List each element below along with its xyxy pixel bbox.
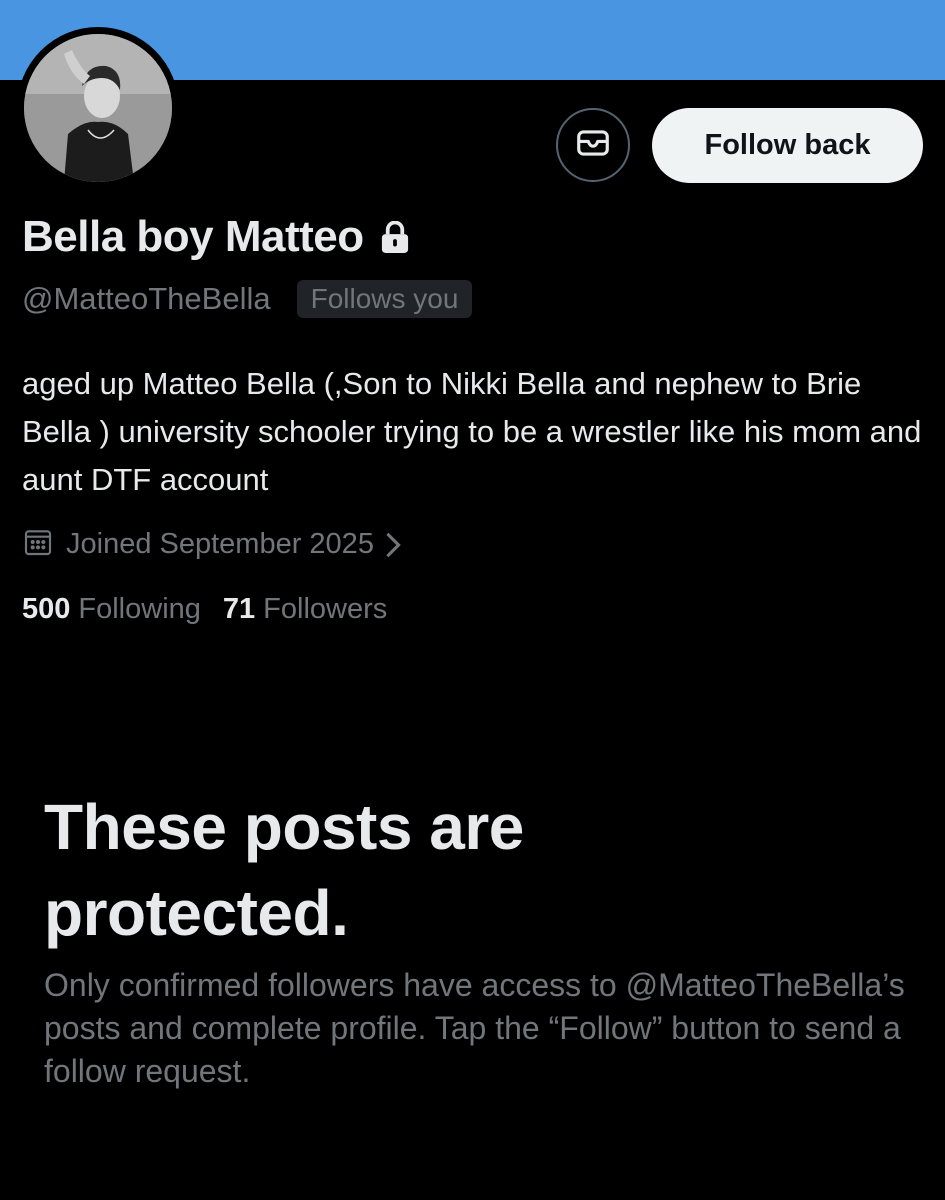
display-name: Bella boy Matteo xyxy=(22,212,364,261)
joined-date-row[interactable]: Joined September 2025 xyxy=(22,526,402,563)
avatar[interactable] xyxy=(24,34,172,182)
profile-name-row: Bella boy Matteo xyxy=(22,212,410,262)
chevron-right-icon xyxy=(384,531,402,559)
calendar-icon xyxy=(22,526,54,563)
follow-stats: 500 Following 71 Followers xyxy=(22,593,387,626)
joined-date: Joined September 2025 xyxy=(66,528,374,560)
following-count: 500 xyxy=(22,593,71,625)
follows-you-badge: Follows you xyxy=(296,280,473,318)
profile-handle: @MatteoTheBella xyxy=(22,281,271,316)
profile-bio: aged up Matteo Bella (,Son to Nikki Bell… xyxy=(22,366,922,497)
followers-label: Followers xyxy=(263,593,388,625)
following-link[interactable]: 500 Following xyxy=(22,593,201,626)
followers-count: 71 xyxy=(222,593,256,625)
followers-link[interactable]: 71 Followers xyxy=(223,593,387,626)
handle-row: @MatteoTheBella Follows you xyxy=(22,280,473,318)
message-icon xyxy=(574,124,612,167)
following-label: Following xyxy=(78,593,201,625)
follow-back-button[interactable]: Follow back xyxy=(652,108,923,183)
lock-icon xyxy=(380,221,410,253)
protected-posts-description: Only confirmed followers have access to … xyxy=(44,967,905,1089)
protected-posts-title: These posts are protected. xyxy=(44,791,524,949)
message-button[interactable] xyxy=(556,108,630,182)
